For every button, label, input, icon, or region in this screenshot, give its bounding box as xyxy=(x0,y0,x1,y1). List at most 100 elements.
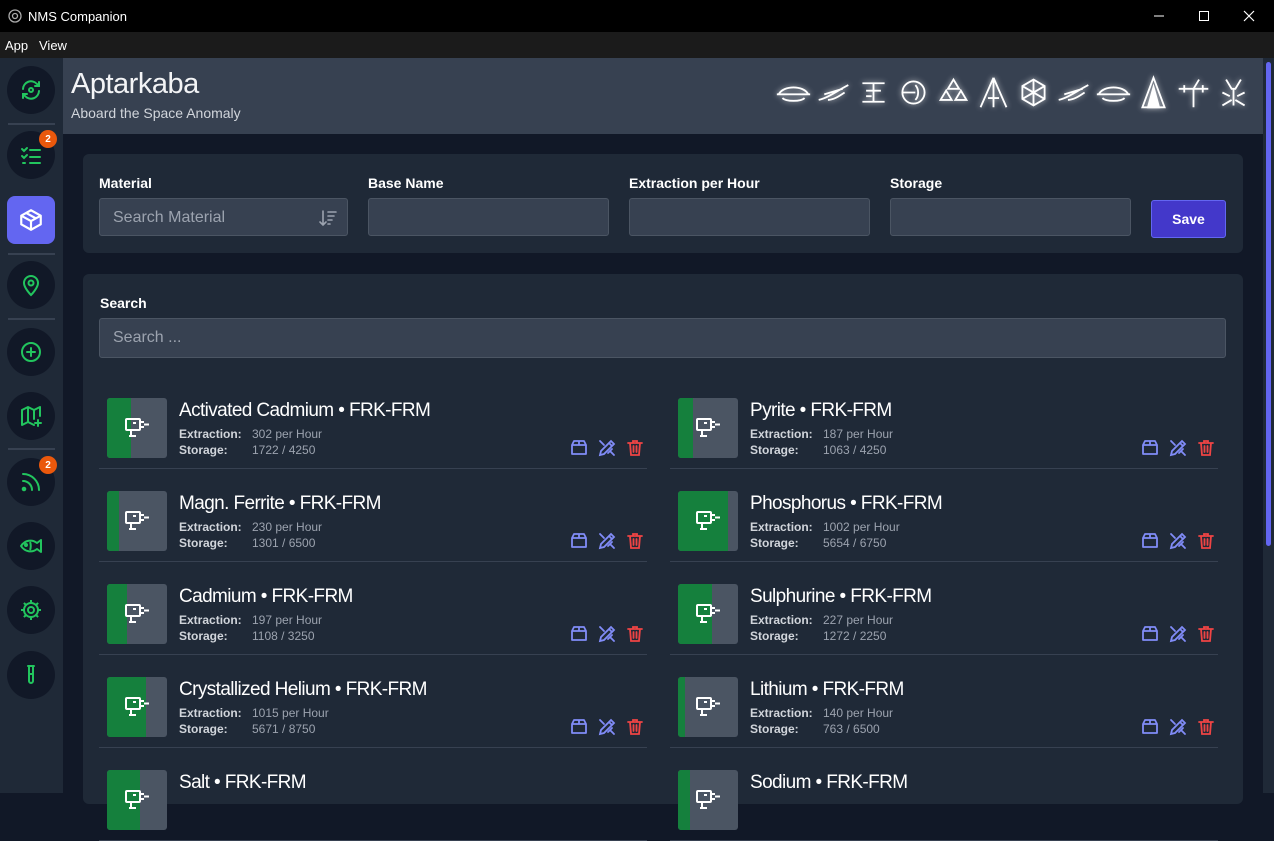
material-item[interactable]: Crystallized Helium • FRK-FRM Extraction:… xyxy=(99,677,647,748)
extraction-key: Extraction: xyxy=(750,706,813,720)
storage-row: Storage: 1063 / 4250 xyxy=(750,443,886,457)
material-item[interactable]: Salt • FRK-FRM xyxy=(99,770,647,841)
extraction-key: Extraction: xyxy=(750,613,813,627)
extraction-row: Extraction: 187 per Hour xyxy=(750,427,893,441)
extraction-value: 197 per Hour xyxy=(252,613,323,627)
app-icon xyxy=(8,9,22,23)
extraction-row: Extraction: 230 per Hour xyxy=(179,520,322,534)
extraction-row: Extraction: 1002 per Hour xyxy=(750,520,900,534)
drill-icon xyxy=(125,604,149,623)
storage-input[interactable] xyxy=(890,198,1131,236)
sidebar-item-settings[interactable] xyxy=(7,586,55,634)
menu-app[interactable]: App xyxy=(5,38,28,53)
box-icon[interactable] xyxy=(569,531,589,551)
edit-icon[interactable] xyxy=(597,531,617,551)
glyph-icon xyxy=(938,77,969,101)
save-button[interactable]: Save xyxy=(1151,200,1226,238)
delete-icon[interactable] xyxy=(1196,717,1216,737)
box-icon[interactable] xyxy=(1140,531,1160,551)
extraction-value: 302 per Hour xyxy=(252,427,323,441)
glyph-icon xyxy=(776,86,811,102)
material-item[interactable]: Sodium • FRK-FRM xyxy=(670,770,1218,841)
storage-row: Storage: 1301 / 6500 xyxy=(179,536,315,550)
sidebar-item-sync[interactable] xyxy=(7,66,55,114)
storage-value: 5654 / 6750 xyxy=(823,536,887,550)
glyph-icon xyxy=(1058,84,1089,101)
storage-row: Storage: 5654 / 6750 xyxy=(750,536,886,550)
storage-value: 763 / 6500 xyxy=(823,722,880,736)
minimize-button[interactable] xyxy=(1136,0,1182,32)
glyph-icon xyxy=(1221,79,1246,107)
drill-icon xyxy=(696,511,720,530)
storage-fill-indicator xyxy=(678,677,738,737)
edit-icon[interactable] xyxy=(597,717,617,737)
delete-icon[interactable] xyxy=(625,531,645,551)
delete-icon[interactable] xyxy=(625,624,645,644)
extraction-value: 1015 per Hour xyxy=(252,706,329,720)
glyph-icon xyxy=(818,84,849,101)
main-scrollbar[interactable] xyxy=(1263,58,1274,793)
sidebar-item-test[interactable] xyxy=(7,651,55,699)
close-button[interactable] xyxy=(1226,0,1272,32)
extraction-value: 227 per Hour xyxy=(823,613,894,627)
edit-icon[interactable] xyxy=(1168,531,1188,551)
box-icon[interactable] xyxy=(569,438,589,458)
sidebar-item-add[interactable] xyxy=(7,328,55,376)
edit-icon[interactable] xyxy=(1168,717,1188,737)
storage-fill-indicator xyxy=(107,770,167,830)
edit-icon[interactable] xyxy=(1168,438,1188,458)
material-item[interactable]: Cadmium • FRK-FRM Extraction: 197 per Hour… xyxy=(99,584,647,655)
base-name-input[interactable] xyxy=(368,198,609,236)
maximize-button[interactable] xyxy=(1181,0,1227,32)
material-item[interactable]: Phosphorus • FRK-FRM Extraction: 1002 per … xyxy=(670,491,1218,562)
sidebar-item-locations[interactable] xyxy=(7,261,55,309)
material-name: Sulphurine • FRK-FRM xyxy=(750,586,932,607)
search-input[interactable]: Search ... xyxy=(99,318,1226,358)
material-name: Magn. Ferrite • FRK-FRM xyxy=(179,493,381,514)
delete-icon[interactable] xyxy=(1196,624,1216,644)
delete-icon[interactable] xyxy=(1196,531,1216,551)
material-name: Lithium • FRK-FRM xyxy=(750,679,904,700)
edit-icon[interactable] xyxy=(1168,624,1188,644)
box-icon[interactable] xyxy=(569,624,589,644)
storage-fill-indicator xyxy=(678,770,738,830)
material-item[interactable]: Lithium • FRK-FRM Extraction: 140 per Hour… xyxy=(670,677,1218,748)
material-name: Sodium • FRK-FRM xyxy=(750,772,908,793)
material-item[interactable]: Magn. Ferrite • FRK-FRM Extraction: 230 pe… xyxy=(99,491,647,562)
sidebar: 2 2 xyxy=(0,58,63,793)
menu-view[interactable]: View xyxy=(39,38,67,53)
box-icon[interactable] xyxy=(569,717,589,737)
material-item[interactable]: Pyrite • FRK-FRM Extraction: 187 per Hour S… xyxy=(670,398,1218,469)
sidebar-badge-feed: 2 xyxy=(39,456,57,474)
material-item[interactable]: Sulphurine • FRK-FRM Extraction: 227 per H… xyxy=(670,584,1218,655)
delete-icon[interactable] xyxy=(1196,438,1216,458)
storage-key: Storage: xyxy=(179,629,228,643)
storage-value: 1108 / 3250 xyxy=(252,629,315,643)
edit-icon[interactable] xyxy=(597,438,617,458)
sidebar-badge-tasks: 2 xyxy=(39,130,57,148)
window-title: NMS Companion xyxy=(28,9,127,24)
edit-icon[interactable] xyxy=(597,624,617,644)
material-item[interactable]: Activated Cadmium • FRK-FRM Extraction: 30… xyxy=(99,398,647,469)
storage-value: 1272 / 2250 xyxy=(823,629,887,643)
glyph-icon xyxy=(1021,78,1046,107)
box-icon[interactable] xyxy=(1140,717,1160,737)
box-icon[interactable] xyxy=(1140,438,1160,458)
sidebar-item-fish[interactable] xyxy=(7,522,55,570)
storage-row: Storage: 1108 / 3250 xyxy=(179,629,315,643)
close-icon xyxy=(1243,10,1255,22)
sidebar-item-bases[interactable] xyxy=(7,196,55,244)
base-name-label: Base Name xyxy=(368,175,444,191)
rss-icon xyxy=(21,473,40,492)
box-icon[interactable] xyxy=(1140,624,1160,644)
scrollbar-thumb[interactable] xyxy=(1266,62,1271,546)
sidebar-divider xyxy=(8,253,55,255)
page-title: Aptarkaba xyxy=(71,68,199,100)
material-name: Crystallized Helium • FRK-FRM xyxy=(179,679,427,700)
storage-fill-indicator xyxy=(107,398,167,458)
delete-icon[interactable] xyxy=(625,717,645,737)
sidebar-item-add-map[interactable] xyxy=(7,392,55,440)
extraction-input[interactable] xyxy=(629,198,870,236)
delete-icon[interactable] xyxy=(625,438,645,458)
material-select[interactable]: Search Material xyxy=(99,198,348,236)
